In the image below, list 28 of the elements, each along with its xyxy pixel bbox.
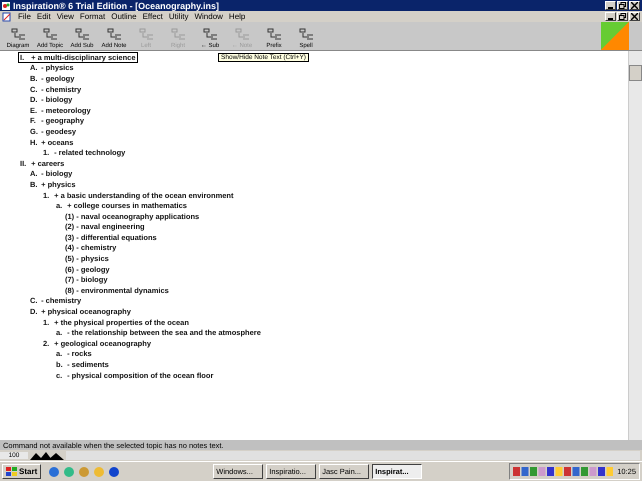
quick-launch-icon[interactable] [108,466,120,478]
menu-item[interactable]: File [18,12,31,21]
vertical-scrollbar[interactable] [628,51,642,440]
close-button[interactable] [629,12,640,21]
menu-item[interactable]: Utility [168,12,188,21]
menu-item[interactable]: Effect [142,12,163,21]
menu-item[interactable]: Outline [111,12,137,21]
close-icon [631,13,638,20]
menu-item[interactable]: Window [194,12,223,21]
window-title: Inspiration® 6 Trial Edition - [Oceanography.ins] [13,0,219,10]
zoom-mountains-icon[interactable] [30,451,64,460]
minimize-button[interactable] [605,1,616,10]
windows-logo-icon [6,466,17,476]
minimize-button[interactable] [605,12,616,21]
start-button[interactable]: Start [2,464,42,479]
restore-button[interactable] [617,12,628,21]
close-button[interactable] [629,1,640,10]
quick-launch-icon[interactable] [48,466,60,478]
horizontal-scrollbar[interactable] [66,451,640,460]
menu-item[interactable]: Format [80,12,106,21]
app-icon [1,0,11,10]
close-icon [631,2,638,9]
document-icon[interactable] [2,12,12,22]
menu-item[interactable]: Help [228,12,246,21]
menu-item[interactable]: View [56,12,74,21]
menu-item[interactable]: Edit [36,12,51,21]
mascot-logo [601,22,629,50]
restore-button[interactable] [617,1,628,10]
